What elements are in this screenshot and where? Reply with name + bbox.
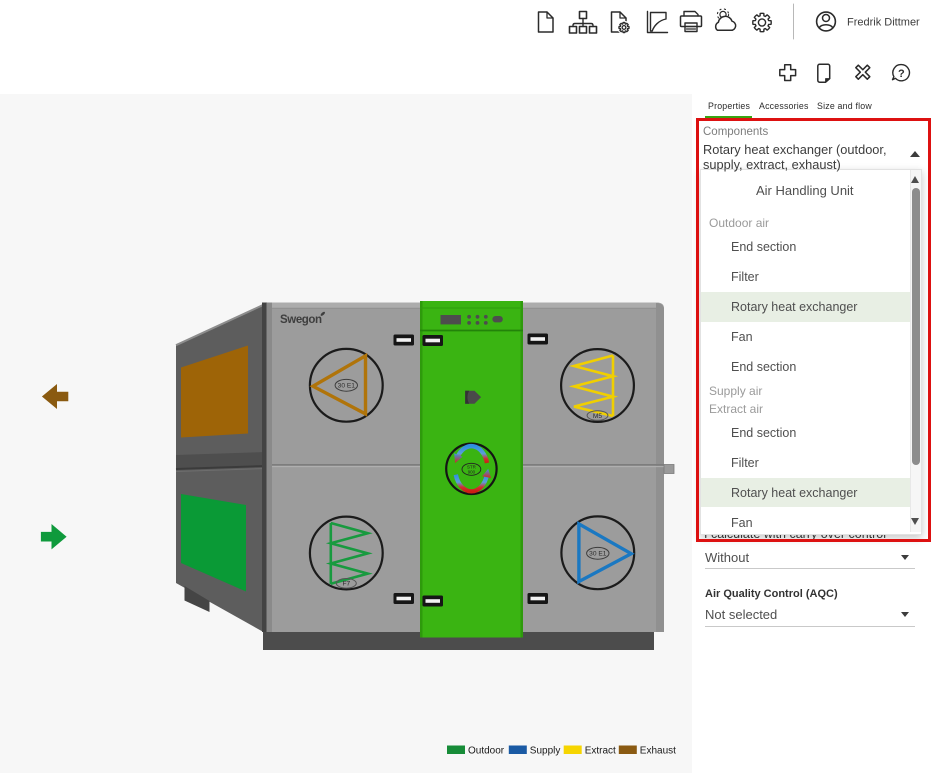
svg-text:Swegon: Swegon: [280, 314, 322, 326]
svg-text:Fredrik Dittmer: Fredrik Dittmer: [847, 17, 920, 29]
svg-text:30 E1: 30 E1: [589, 551, 607, 558]
svg-text:M5: M5: [593, 413, 602, 420]
svg-text:30 E1: 30 E1: [338, 383, 356, 390]
svg-text:900: 900: [468, 470, 476, 475]
svg-text:Exhaust: Exhaust: [640, 746, 676, 757]
svg-text:F7: F7: [342, 581, 350, 588]
svg-text:Supply: Supply: [530, 746, 561, 757]
svg-text:?: ?: [898, 68, 905, 80]
svg-text:Extract: Extract: [585, 746, 616, 757]
svg-text:Outdoor: Outdoor: [468, 746, 505, 757]
